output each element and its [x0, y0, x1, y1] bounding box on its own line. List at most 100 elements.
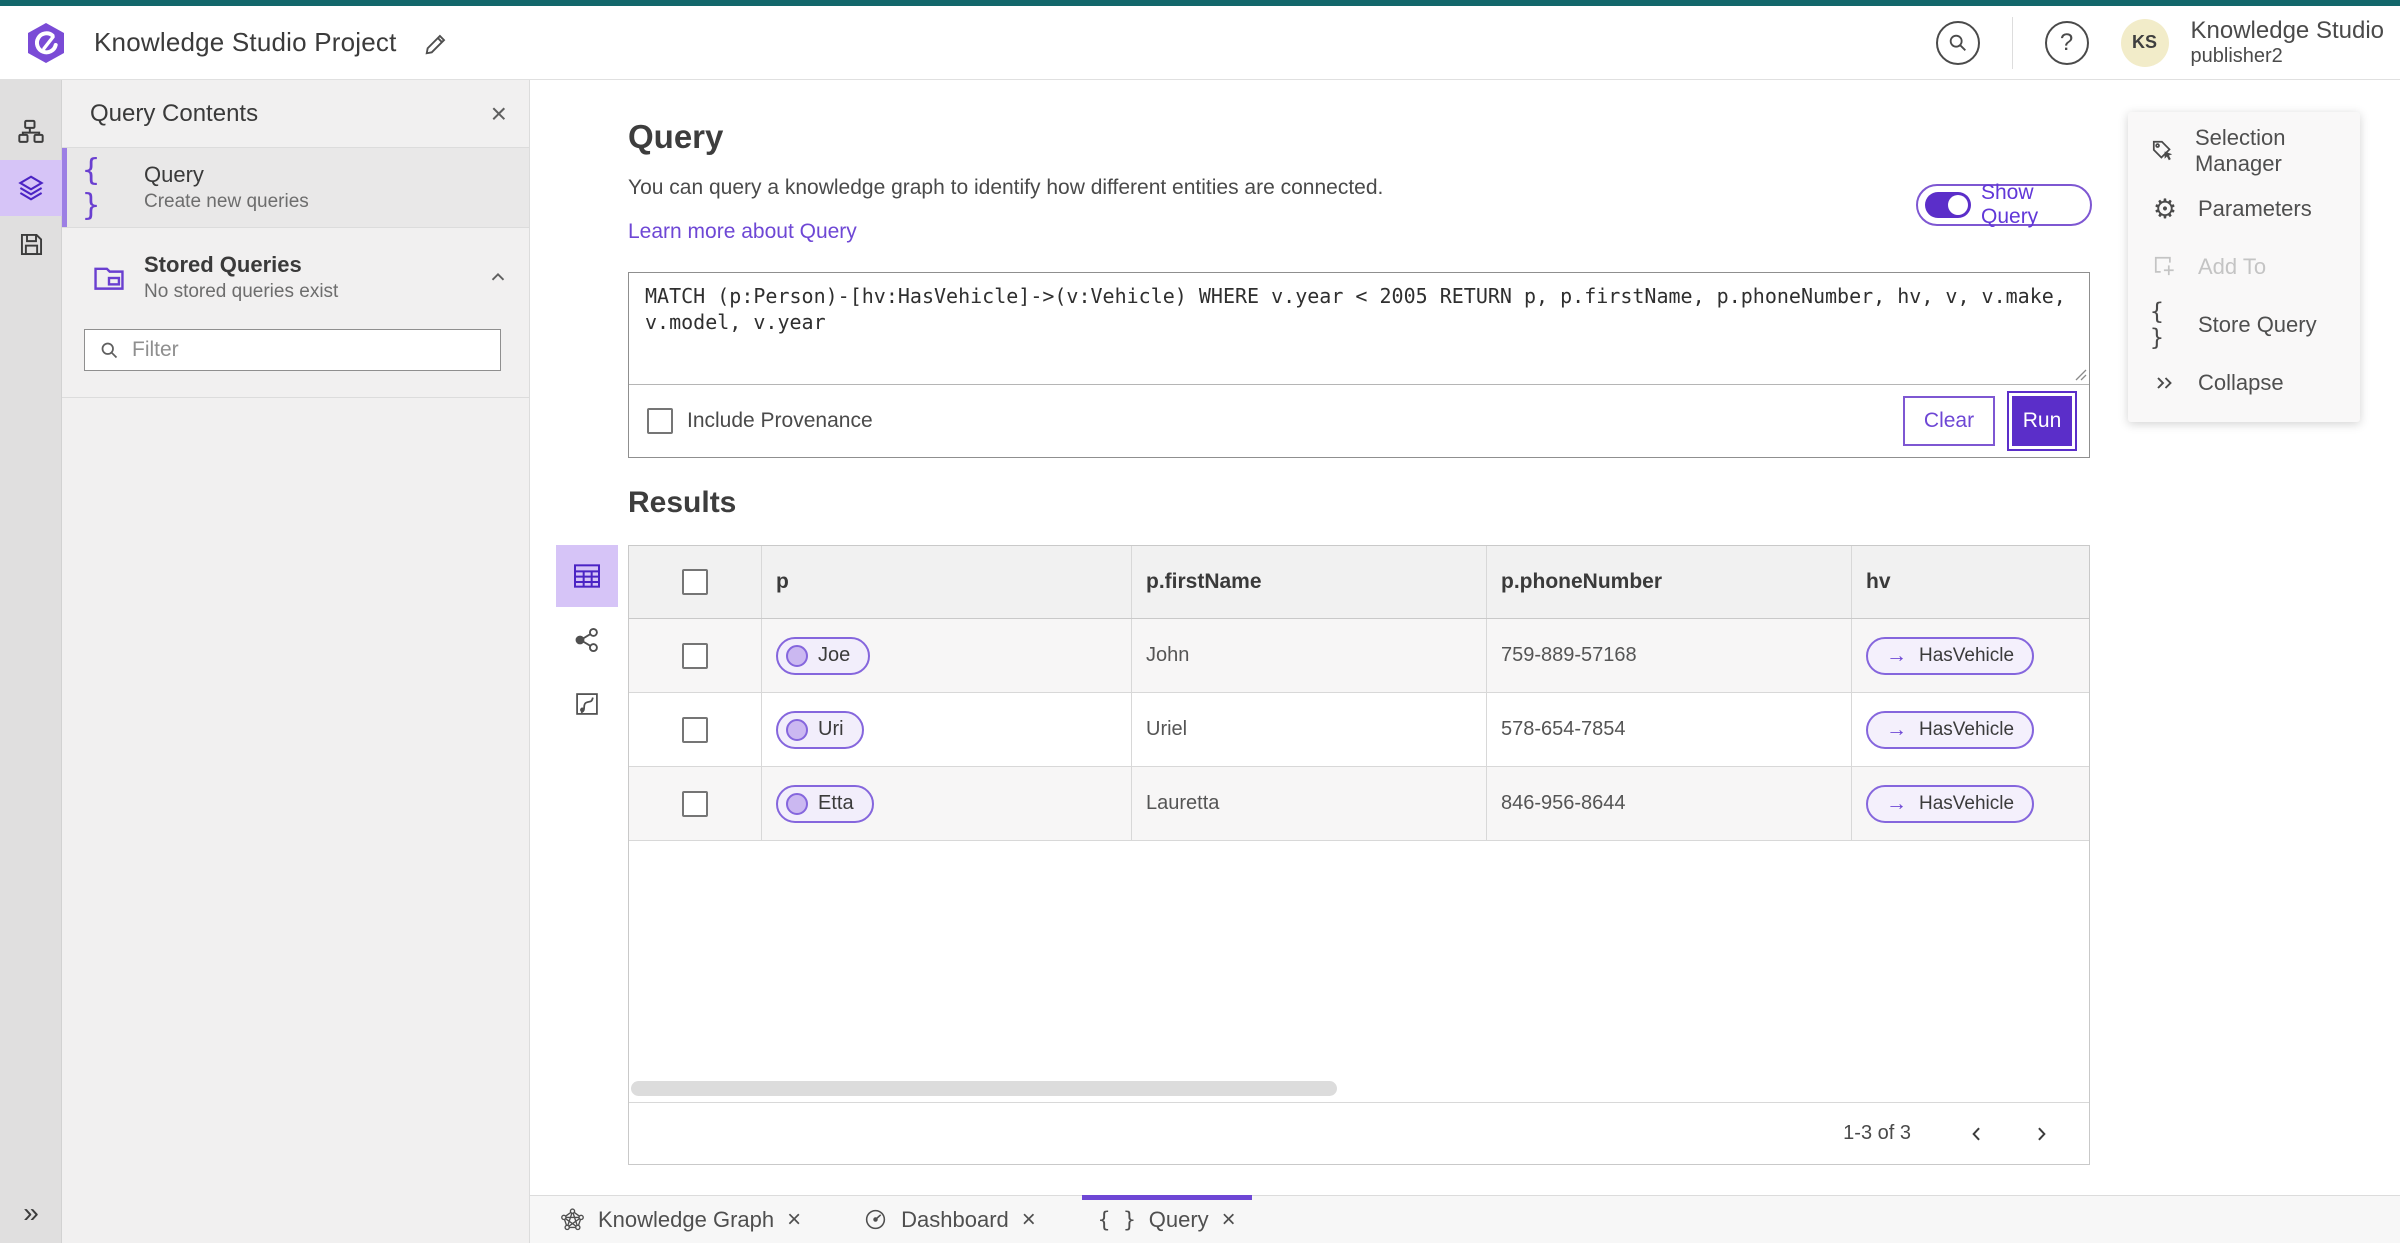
account-name: Knowledge Studio	[2190, 17, 2384, 45]
query-item-title: Query	[144, 162, 204, 187]
account-username: publisher2	[2190, 44, 2283, 67]
resize-grip-icon[interactable]	[2075, 369, 2087, 381]
query-workspace: Query You can query a knowledge graph to…	[530, 80, 2400, 1195]
table-view-button[interactable]	[556, 545, 618, 607]
tab-label: Query	[1148, 1206, 1209, 1232]
gear-icon: ⚙	[2152, 193, 2178, 224]
node-chip[interactable]: Uri	[776, 710, 864, 749]
selected-indicator	[62, 148, 67, 227]
tab-knowledge-graph[interactable]: Knowledge Graph ×	[540, 1196, 821, 1243]
close-tab-icon[interactable]: ×	[1022, 1207, 1036, 1232]
table-icon	[571, 560, 603, 592]
folder-icon	[82, 261, 136, 295]
cell-phone: 759-889-57168	[1487, 619, 1852, 692]
select-all-checkbox[interactable]	[682, 569, 708, 595]
help-icon: ?	[2059, 28, 2074, 56]
row-checkbox[interactable]	[682, 642, 708, 669]
filter-box	[84, 329, 501, 371]
results-table-card: p p.firstName p.phoneNumber hv Joe John …	[628, 545, 2090, 1165]
edge-chip[interactable]: → HasVehicle	[1866, 710, 2035, 749]
header-actions: ? KS Knowledge Studio publisher2	[1935, 16, 2400, 69]
close-tab-icon[interactable]: ×	[787, 1207, 801, 1232]
horizontal-scrollbar[interactable]	[631, 1081, 1337, 1096]
menu-item-collapse[interactable]: Collapse	[2128, 354, 2360, 412]
toggle-switch-on	[1925, 192, 1971, 218]
node-chip[interactable]: Etta	[776, 784, 874, 823]
double-chevron-right-icon	[2150, 371, 2180, 395]
stored-queries-subtitle: No stored queries exist	[144, 281, 339, 302]
close-panel-button[interactable]: ×	[491, 99, 507, 128]
previous-page-button[interactable]	[1957, 1114, 1997, 1154]
row-checkbox[interactable]	[682, 716, 708, 743]
column-header-firstname[interactable]: p.firstName	[1132, 546, 1487, 618]
column-header-phonenumber[interactable]: p.phoneNumber	[1487, 546, 1852, 618]
query-description: You can query a knowledge graph to ident…	[628, 176, 1384, 199]
query-actions-menu: Selection Manager ⚙ Parameters Add To { …	[2128, 112, 2360, 422]
table-header-row: p p.firstName p.phoneNumber hv	[629, 546, 2089, 619]
menu-item-label: Selection Manager	[2194, 125, 2286, 176]
sidebar-item-query[interactable]: { } Query Create new queries	[62, 148, 529, 228]
query-item-subtitle: Create new queries	[144, 191, 309, 212]
learn-more-link[interactable]: Learn more about Query	[628, 220, 857, 244]
braces-icon: { }	[2150, 299, 2164, 351]
menu-item-selection-manager[interactable]: Selection Manager	[2128, 122, 2360, 180]
layers-icon	[16, 173, 46, 203]
show-query-toggle[interactable]: Show Query	[1916, 181, 2092, 228]
rail-item-queries[interactable]	[0, 160, 62, 216]
column-header-p[interactable]: p	[762, 546, 1132, 618]
include-provenance-checkbox[interactable]	[647, 408, 673, 434]
route-icon	[573, 690, 601, 718]
header-divider	[2011, 16, 2013, 69]
filter-input[interactable]	[132, 338, 486, 362]
search-icon	[99, 340, 120, 361]
close-tab-icon[interactable]: ×	[1222, 1207, 1236, 1232]
help-button[interactable]: ?	[2044, 20, 2089, 65]
tab-dashboard[interactable]: Dashboard ×	[843, 1196, 1056, 1243]
menu-item-label: Collapse	[2198, 370, 2284, 395]
arrow-right-icon: →	[1886, 643, 1907, 667]
chevron-up-icon[interactable]	[487, 267, 509, 289]
expand-rail-button[interactable]: »	[0, 1191, 62, 1235]
cell-phone: 578-654-7854	[1487, 693, 1852, 766]
query-editor-input[interactable]: MATCH (p:Person)-[hv:HasVehicle]->(v:Veh…	[629, 273, 2089, 385]
panel-title: Query Contents	[90, 99, 259, 127]
edge-chip[interactable]: → HasVehicle	[1866, 636, 2035, 675]
document-tab-bar: Knowledge Graph × Dashboard × { } Query …	[530, 1195, 2400, 1243]
node-chip[interactable]: Joe	[776, 636, 871, 675]
app-header: Knowledge Studio Project ? KS Knowledge …	[0, 6, 2400, 80]
next-page-button[interactable]	[2021, 1114, 2061, 1154]
edge-chip[interactable]: → HasVehicle	[1866, 784, 2035, 823]
run-button[interactable]: Run	[2009, 393, 2075, 449]
row-checkbox[interactable]	[682, 790, 708, 817]
clear-button[interactable]: Clear	[1903, 396, 1995, 446]
tab-label: Knowledge Graph	[598, 1206, 775, 1232]
table-row: Etta Lauretta 846-956-8644 → HasVehicle	[629, 767, 2089, 841]
node-dot-icon	[786, 718, 808, 741]
chevron-left-icon	[1967, 1124, 1987, 1144]
network-icon	[573, 626, 601, 654]
graph-view-button[interactable]	[556, 609, 618, 671]
add-to-icon	[2150, 254, 2180, 280]
tab-query[interactable]: { } Query ×	[1078, 1195, 1256, 1243]
rail-item-lineage[interactable]	[0, 104, 62, 160]
cell-firstname: John	[1132, 619, 1487, 692]
arrow-right-icon: →	[1886, 791, 1907, 815]
menu-item-store-query[interactable]: { } Store Query	[2128, 296, 2360, 354]
edit-title-button[interactable]	[423, 29, 451, 57]
stored-queries-section[interactable]: Stored Queries No stored queries exist	[62, 238, 529, 313]
avatar[interactable]: KS	[2120, 18, 2169, 67]
panel-header: Query Contents ×	[62, 80, 529, 148]
node-dot-icon	[786, 792, 808, 815]
cell-phone: 846-956-8644	[1487, 767, 1852, 840]
left-icon-rail: »	[0, 80, 62, 1243]
column-header-hv[interactable]: hv	[1852, 546, 2089, 618]
stored-queries-title: Stored Queries	[144, 252, 302, 277]
lineage-icon	[17, 118, 45, 146]
menu-item-parameters[interactable]: ⚙ Parameters	[2128, 180, 2360, 238]
search-button[interactable]	[1935, 20, 1980, 65]
results-view-toggles	[556, 545, 618, 735]
braces-icon: { }	[82, 152, 101, 223]
show-query-label: Show Query	[1981, 181, 2039, 228]
map-view-button[interactable]	[556, 673, 618, 735]
rail-item-save[interactable]	[0, 216, 62, 272]
